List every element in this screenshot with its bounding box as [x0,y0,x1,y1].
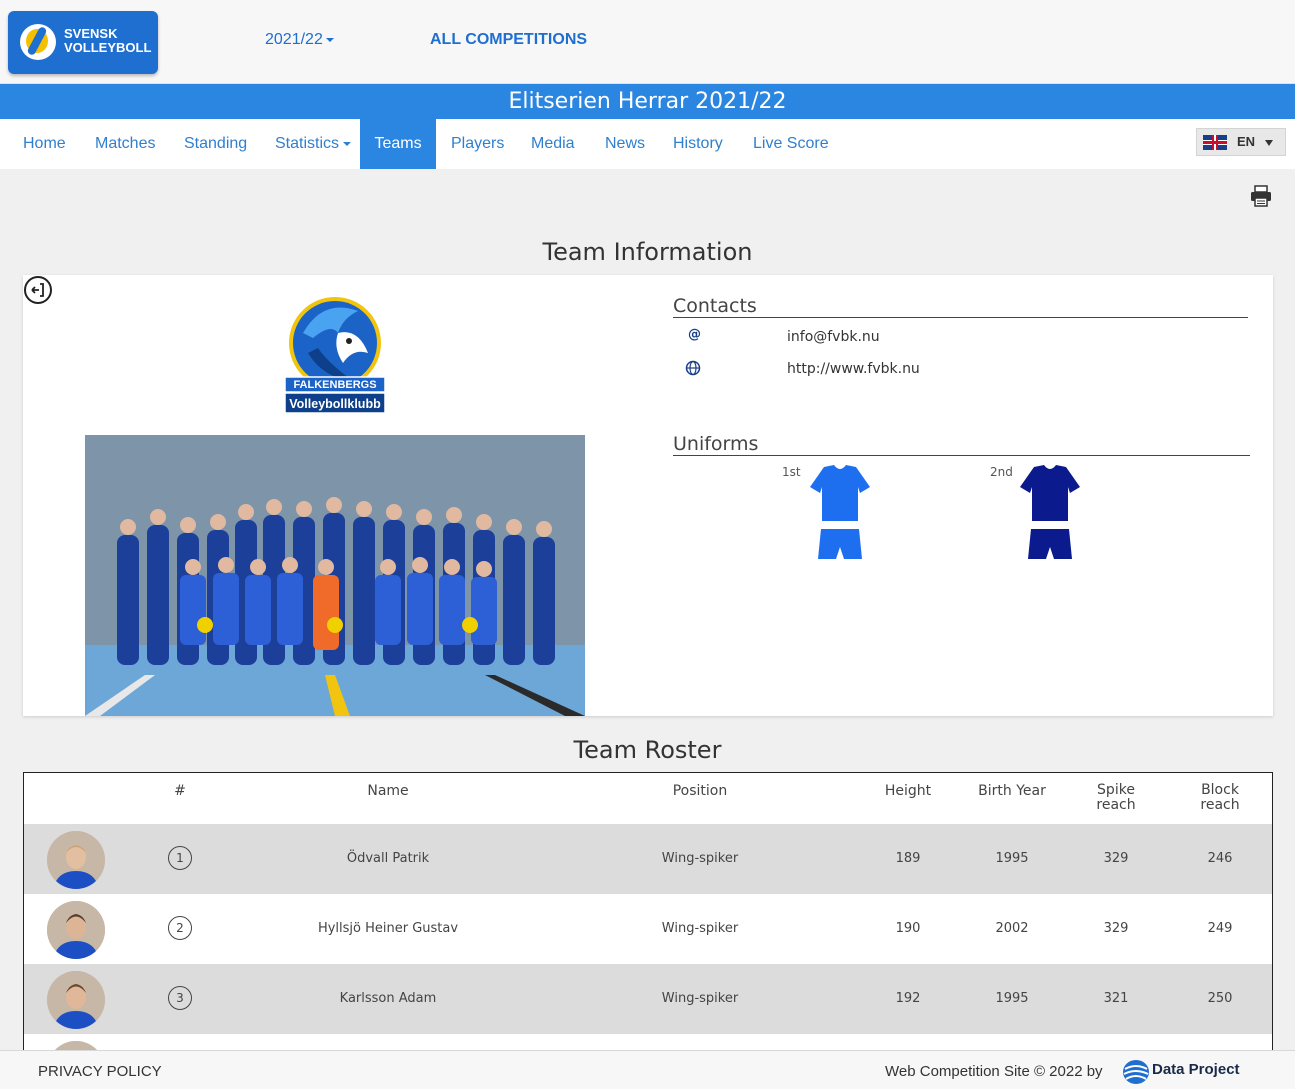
privacy-policy-link[interactable]: PRIVACY POLICY [38,1063,162,1080]
nav-teams[interactable]: Teams [360,119,436,169]
globe-icon [685,360,701,376]
nav-matches[interactable]: Matches [95,119,155,169]
player-height: 190 [895,921,921,936]
language-selector[interactable]: EN [1196,128,1286,156]
club-logo-line1: FALKENBERGS [293,379,376,391]
player-number: 1 [168,846,192,870]
player-avatar [47,971,105,1029]
header-height: Height [884,783,932,799]
player-birth-year: 2002 [995,921,1029,936]
player-name[interactable]: Hyllsjö Heiner Gustav [288,894,488,964]
player-spike-reach: 321 [1103,991,1129,1006]
uniform-1-label: 1st [782,465,801,479]
table-row[interactable]: 3 Karlsson Adam Wing-spiker 192 1995 321… [24,964,1272,1034]
season-dropdown[interactable]: 2021/22 [265,31,334,49]
player-birth-year: 1995 [995,991,1029,1006]
player-name[interactable]: Karlsson Adam [288,964,488,1034]
team-roster-title: Team Roster [573,736,722,764]
data-project-logo[interactable]: Data Project [1122,1057,1252,1085]
contacts-title: Contacts [673,295,1248,318]
header-birth-year: Birth Year [978,783,1046,799]
uniform-2-label: 2nd [990,465,1013,479]
caret-down-icon [1265,140,1273,146]
volleyball-icon [20,24,56,60]
table-row[interactable]: 2 Hyllsjö Heiner Gustav Wing-spiker 190 … [24,894,1272,964]
player-birth-year: 1995 [995,851,1029,866]
header-block-reach-line1: Block [1201,782,1239,798]
nav-history[interactable]: History [673,119,723,169]
website-link[interactable]: http://www.fvbk.nu [787,361,920,377]
player-position: Wing-spiker [661,991,739,1006]
uk-flag-icon [1203,135,1227,150]
nav-players[interactable]: Players [451,119,504,169]
header-spike-reach-line2: reach [1096,797,1136,813]
uniform-1-jersey [810,465,870,559]
language-code: EN [1237,134,1256,149]
logo-text-line1: SVENSK [64,26,118,41]
nav-statistics-label: Statistics [275,135,340,152]
player-avatar [47,831,105,889]
team-info-card: FALKENBERGS Volleybollklubb Contacts @ i… [23,275,1273,716]
nav-home[interactable]: Home [23,119,66,169]
svensk-volleyboll-logo[interactable]: SVENSK VOLLEYBOLL [8,11,158,74]
uniform-2-jersey [1020,465,1080,559]
header-position: Position [672,783,728,799]
player-position: Wing-spiker [661,921,739,936]
footer: PRIVACY POLICY Web Competition Site © 20… [0,1050,1295,1089]
player-block-reach: 250 [1207,991,1233,1006]
data-project-brand: Data Project [1152,1061,1240,1078]
player-spike-reach: 329 [1103,851,1129,866]
email-icon: @ [688,327,701,342]
player-name[interactable]: Ödvall Patrik [288,824,488,894]
nav-statistics[interactable]: Statistics [275,119,352,169]
player-block-reach: 246 [1207,851,1233,866]
header-block-reach: Block reach [1180,783,1260,813]
team-photo [85,435,585,716]
season-label: 2021/22 [265,31,323,48]
copyright-text: Web Competition Site © 2022 by [885,1063,1103,1080]
roster-table: # Name Position Height Birth Year Spike … [23,772,1273,1062]
player-avatar [47,901,105,959]
competition-title: Elitserien Herrar 2021/22 [0,84,1295,119]
main-nav: Home Matches Standing Statistics Teams P… [0,119,1295,169]
data-project-icon [1123,1060,1149,1084]
nav-news[interactable]: News [605,119,645,169]
header-number: # [174,783,186,799]
back-icon[interactable] [23,275,53,305]
logo-text-line2: VOLLEYBOLL [64,40,152,55]
player-number: 2 [168,916,192,940]
header-name: Name [367,783,409,799]
header-spike-reach-line1: Spike [1097,782,1135,798]
player-position: Wing-spiker [661,851,739,866]
header-block-reach-line2: reach [1200,797,1240,813]
print-icon[interactable] [1250,185,1272,207]
uniforms-title: Uniforms [673,433,1250,456]
nav-live-score[interactable]: Live Score [753,119,829,169]
nav-standing[interactable]: Standing [184,119,247,169]
player-height: 192 [895,991,921,1006]
falkenbergs-club-logo: FALKENBERGS Volleybollklubb [284,297,386,414]
email-link[interactable]: info@fvbk.nu [787,329,880,345]
player-height: 189 [895,851,921,866]
all-competitions-link[interactable]: ALL COMPETITIONS [430,31,587,49]
table-row[interactable]: 1 Ödvall Patrik Wing-spiker 189 1995 329… [24,824,1272,894]
team-information-title: Team Information [542,238,753,266]
header-spike-reach: Spike reach [1076,783,1156,813]
top-header: SVENSK VOLLEYBOLL 2021/22 ALL COMPETITIO… [0,0,1295,84]
player-block-reach: 249 [1207,921,1233,936]
caret-down-icon [343,141,352,146]
caret-down-icon [325,37,334,42]
club-logo-line2: Volleybollklubb [289,397,381,411]
nav-media[interactable]: Media [531,119,575,169]
player-number: 3 [168,986,192,1010]
player-spike-reach: 329 [1103,921,1129,936]
